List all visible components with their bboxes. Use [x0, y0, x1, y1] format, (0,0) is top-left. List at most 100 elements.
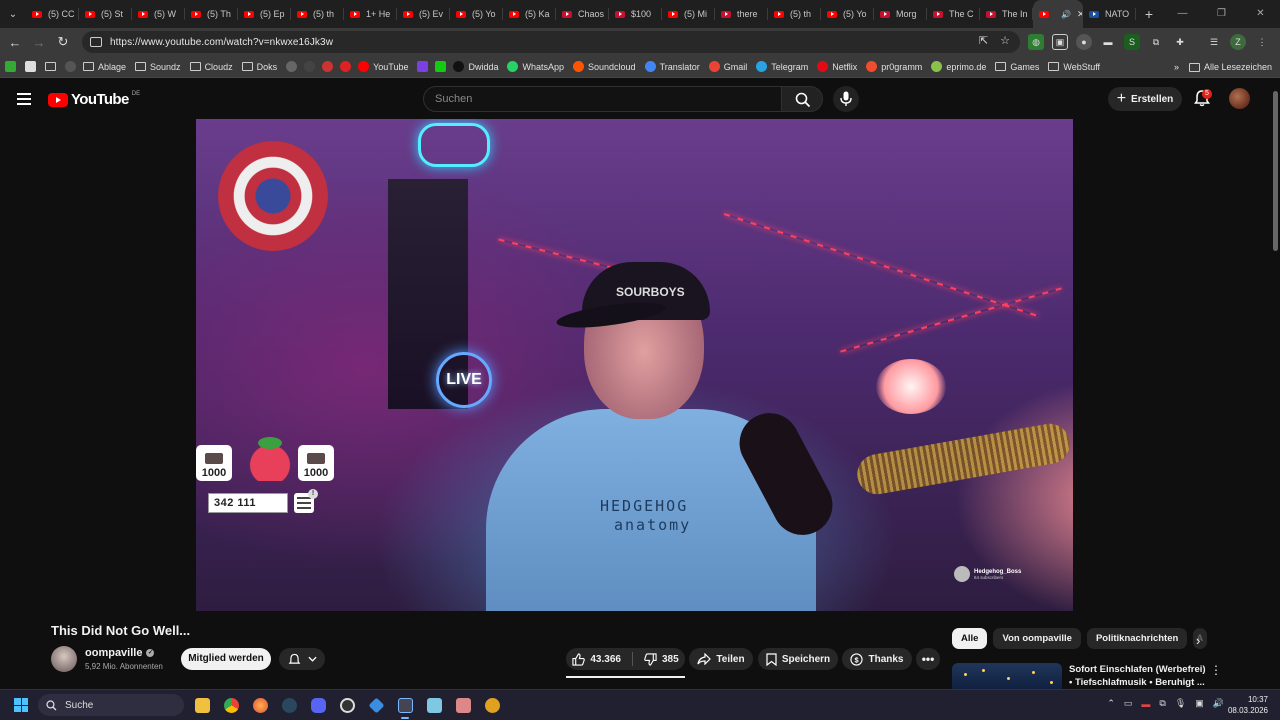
media-control-icon[interactable]: ☰ [1206, 34, 1222, 50]
browser-tab[interactable]: (5) th [291, 0, 344, 28]
scrollbar-thumb[interactable] [1273, 91, 1278, 251]
browser-tab[interactable]: (5) W [132, 0, 185, 28]
audio-playing-icon[interactable]: 🔊 [1061, 10, 1071, 19]
firefox-icon[interactable] [250, 694, 270, 716]
windows-start-icon[interactable] [14, 698, 28, 712]
browser-tab[interactable]: (5) Ev [397, 0, 450, 28]
user-avatar[interactable] [1229, 88, 1250, 109]
search-input[interactable]: Suchen [423, 86, 782, 112]
bookmark-favicon-icon[interactable] [304, 61, 316, 72]
extension-icon[interactable]: ● [1076, 34, 1092, 50]
tray-app-icon[interactable]: ▭ [1124, 698, 1133, 709]
subscription-bell-button[interactable] [279, 648, 325, 670]
video-player[interactable]: LIVE SOURBOYS HEDGEHOG anatomy 1000 1000… [196, 119, 1073, 611]
browser-tab[interactable]: (5) Th [185, 0, 238, 28]
save-button[interactable]: Speichern [758, 648, 838, 670]
browser-tab[interactable]: 1+ He [344, 0, 397, 28]
taskbar-search[interactable]: Suche [38, 694, 184, 716]
bookmarks-more-icon[interactable]: » [1174, 62, 1179, 72]
bookmark-pr0gramm[interactable]: pr0gramm [866, 61, 922, 72]
steam-icon[interactable] [279, 694, 299, 716]
extension-icon[interactable]: ▬ [1100, 34, 1116, 50]
recommendation-title[interactable]: Sofort Einschlafen (Werbefrei) • Tiefsch… [1069, 663, 1209, 689]
discord-icon[interactable] [308, 694, 328, 716]
bookmark-ablage[interactable]: Ablage [83, 62, 126, 72]
apps-grid-icon[interactable] [45, 62, 56, 71]
bookmark-favicon-icon[interactable] [286, 61, 298, 72]
bookmark-telegram[interactable]: Telegram [756, 61, 808, 72]
page-scrollbar[interactable] [1272, 79, 1280, 689]
more-vertical-icon[interactable]: ⋮ [1210, 663, 1222, 677]
paint-icon[interactable] [453, 694, 473, 716]
bookmark-youtube[interactable]: YouTube [358, 61, 408, 72]
share-button[interactable]: Teilen [689, 648, 753, 670]
chrome-icon[interactable] [221, 694, 241, 716]
obs-icon[interactable] [337, 694, 357, 716]
bookmark-cloudz[interactable]: Cloudz [189, 62, 233, 72]
browser-tab[interactable]: (5) Ka [503, 0, 556, 28]
tray-overflow-icon[interactable]: ⌃ [1107, 698, 1115, 709]
browser-tab[interactable]: The In [980, 0, 1033, 28]
browser-tab[interactable]: (5) Mi [662, 0, 715, 28]
volume-icon[interactable]: 🔊 [1213, 698, 1224, 709]
bookmark-netflix[interactable]: Netflix [817, 61, 857, 72]
voice-search-button[interactable] [833, 86, 859, 112]
app-icon[interactable] [482, 694, 502, 716]
tab-search-button[interactable]: ⌄ [0, 0, 26, 28]
menu-icon[interactable]: ⋮ [1254, 34, 1270, 50]
channel-avatar[interactable] [51, 646, 77, 672]
join-member-button[interactable]: Mitglied werden [181, 648, 271, 670]
filter-chip[interactable]: Alle [952, 628, 988, 649]
bookmark-games[interactable]: Games [995, 62, 1039, 72]
audio-editor-icon[interactable] [395, 694, 415, 719]
channel-watermark[interactable]: Hedgehog_Boss 64 subscribers [954, 566, 1021, 582]
browser-tab[interactable]: (5) Yo [821, 0, 874, 28]
install-app-icon[interactable]: ⇱ [979, 34, 988, 47]
browser-tab[interactable]: $100 [609, 0, 662, 28]
extension-icon[interactable]: S [1124, 34, 1140, 50]
browser-tab[interactable]: NATO [1083, 0, 1136, 28]
reload-button[interactable]: ↻ [51, 34, 75, 50]
browser-tab[interactable]: (5) CC [26, 0, 79, 28]
address-bar[interactable]: https://www.youtube.com/watch?v=nkwxe16J… [82, 31, 1020, 53]
site-info-icon[interactable] [90, 37, 102, 47]
bookmark-favicon-icon[interactable] [322, 61, 334, 72]
browser-tab[interactable]: (5) St [79, 0, 132, 28]
like-button[interactable]: 43.366 [572, 652, 621, 666]
bookmark-star-icon[interactable]: ☆ [1000, 34, 1010, 47]
minimize-button[interactable]: — [1163, 0, 1202, 28]
bookmark-soundz[interactable]: Soundz [135, 62, 181, 72]
extension-icon[interactable]: ▣ [1052, 34, 1068, 50]
forward-button[interactable]: → [27, 35, 51, 50]
puzzle-icon[interactable]: ✚ [1172, 34, 1188, 50]
filter-chip[interactable]: Politiknachrichten [1086, 628, 1188, 649]
search-button[interactable] [781, 86, 823, 112]
bookmark-translator[interactable]: Translator [644, 61, 700, 72]
close-window-button[interactable]: ✕ [1241, 0, 1280, 28]
notepad-icon[interactable] [424, 694, 444, 716]
file-explorer-icon[interactable] [192, 694, 212, 716]
browser-tab[interactable]: Morg [874, 0, 927, 28]
network-icon[interactable]: ▣ [1195, 698, 1204, 709]
browser-tab[interactable]: Chaos [556, 0, 609, 28]
filter-chip[interactable]: Von oompaville [993, 628, 1081, 649]
chevron-right-icon[interactable]: › [1196, 633, 1200, 648]
extension-icon[interactable]: ⧉ [1148, 34, 1164, 50]
profile-icon[interactable]: Z [1230, 34, 1246, 50]
browser-tab[interactable]: (5) Yo [450, 0, 503, 28]
bookmark-app-icon[interactable] [25, 61, 36, 72]
thanks-button[interactable]: $ Thanks [842, 648, 912, 670]
bookmark-favicon-icon[interactable] [435, 61, 447, 72]
channel-name-link[interactable]: oompaville ✓ [85, 647, 155, 659]
bookmark-favicon-icon[interactable] [340, 61, 352, 72]
bookmark-gmail[interactable]: Gmail [708, 61, 747, 72]
browser-tab[interactable]: The C [927, 0, 980, 28]
tray-app-icon[interactable]: ⧉ [1159, 698, 1165, 709]
youtube-logo[interactable]: YouTube DE [48, 91, 140, 108]
browser-tab-active[interactable]: 🔊 ✕ [1033, 0, 1083, 28]
dislike-button[interactable]: 385 [644, 652, 679, 666]
taskbar-clock[interactable]: 10:37 08.03.2026 [1228, 694, 1268, 716]
bookmark-whatsapp[interactable]: WhatsApp [507, 61, 564, 72]
tray-app-icon[interactable]: ▬ [1141, 699, 1150, 709]
extension-icon[interactable]: ◍ [1028, 34, 1044, 50]
